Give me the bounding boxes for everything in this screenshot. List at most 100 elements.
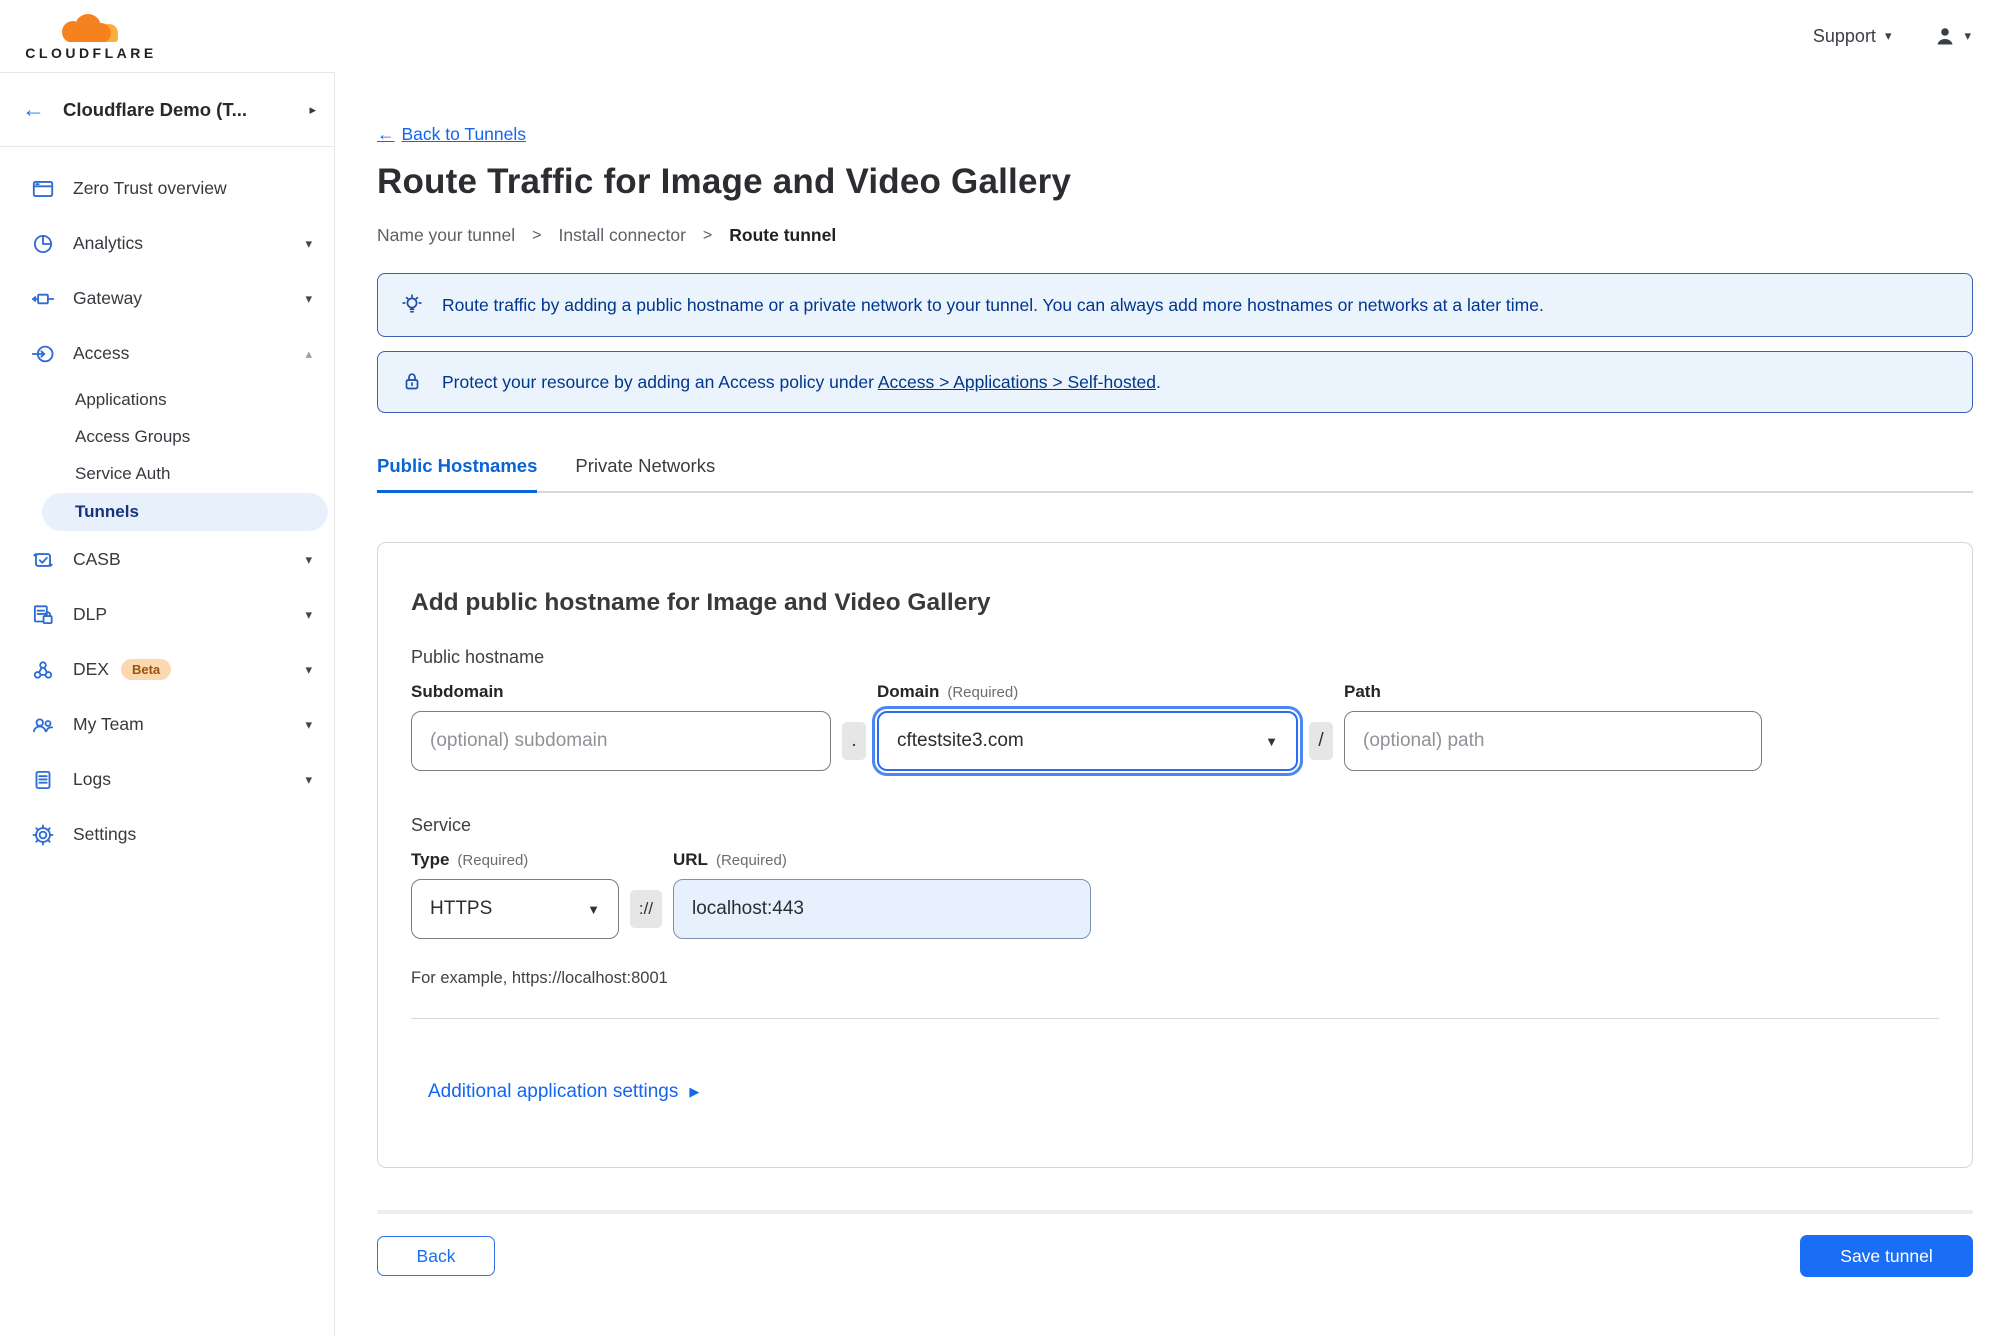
sidebar-item-label: DEX	[73, 659, 109, 679]
logs-list-icon	[35, 770, 51, 789]
sidebar-item-logs[interactable]: Logs ▾	[0, 752, 334, 807]
caret-down-icon: ▾	[305, 716, 312, 732]
save-tunnel-button[interactable]: Save tunnel	[1800, 1235, 1973, 1277]
sidebar-item-dlp[interactable]: DLP ▾	[0, 587, 334, 642]
beta-badge: Beta	[120, 659, 172, 680]
step-install-connector[interactable]: Install connector	[558, 225, 685, 246]
path-label: Path	[1344, 682, 1381, 701]
slash-separator: /	[1309, 722, 1333, 760]
user-icon	[1937, 28, 1953, 45]
sidebar-item-tunnels[interactable]: Tunnels	[42, 493, 328, 531]
sidebar: ← Cloudflare Demo (T... ▸ Zero Trust ove…	[0, 72, 335, 1336]
caret-down-icon: ▾	[1884, 28, 1892, 43]
sidebar-item-applications[interactable]: Applications	[0, 381, 334, 418]
sidebar-item-label: Zero Trust overview	[73, 178, 227, 198]
caret-down-icon: ▾	[305, 235, 312, 251]
casb-icon	[33, 552, 53, 567]
tab-private-networks[interactable]: Private Networks	[575, 455, 715, 491]
caret-down-icon: ▾	[305, 606, 312, 622]
service-type-select[interactable]: HTTPS ▼	[411, 879, 619, 939]
subdomain-field: Subdomain	[411, 682, 831, 771]
sidebar-item-label: Tunnels	[75, 502, 139, 521]
footer-divider	[377, 1210, 1973, 1214]
gateway-icon	[31, 293, 55, 304]
sidebar-item-settings[interactable]: Settings	[0, 807, 334, 862]
back-to-tunnels-link[interactable]: ← Back to Tunnels	[377, 124, 526, 145]
dot-separator: .	[842, 722, 866, 760]
select-caret-icon: ▼	[1265, 733, 1278, 749]
additional-settings-label: Additional application settings	[428, 1081, 679, 1102]
footer-actions: Back Save tunnel	[377, 1235, 1973, 1277]
sidebar-item-my-team[interactable]: My Team ▾	[0, 697, 334, 752]
document-lock-icon	[33, 604, 53, 624]
access-policy-prefix: Protect your resource by adding an Acces…	[442, 371, 878, 392]
access-policy-banner: Protect your resource by adding an Acces…	[377, 351, 1973, 413]
team-icon	[32, 717, 54, 732]
network-nodes-icon	[33, 660, 53, 679]
access-applications-self-hosted-link[interactable]: Access > Applications > Self-hosted	[878, 372, 1156, 392]
sidebar-item-zero-trust-overview[interactable]: Zero Trust overview	[0, 161, 334, 216]
sidebar-item-label: Settings	[73, 824, 137, 844]
back-button[interactable]: Back	[377, 1236, 495, 1276]
domain-label-text: Domain	[877, 682, 940, 701]
tab-public-hostnames[interactable]: Public Hostnames	[377, 455, 538, 493]
path-field: Path	[1344, 682, 1762, 771]
domain-select[interactable]: cftestsite3.com ▼	[877, 711, 1298, 771]
service-url-field: URL (Required)	[673, 850, 1091, 939]
step-name-your-tunnel[interactable]: Name your tunnel	[377, 225, 515, 246]
top-bar: CLOUDFLARE Support ▾ ▾	[0, 0, 1999, 72]
service-type-field: Type (Required) HTTPS ▼	[411, 850, 619, 939]
sidebar-item-label: Service Auth	[75, 463, 171, 483]
url-input[interactable]	[673, 879, 1091, 939]
scheme-separator: ://	[630, 890, 662, 928]
caret-up-icon: ▴	[305, 345, 312, 361]
account-name: Cloudflare Demo (T...	[63, 98, 247, 120]
required-hint: (Required)	[457, 852, 529, 869]
cloudflare-logo[interactable]: CLOUDFLARE	[16, 12, 166, 61]
service-field-row: Type (Required) HTTPS ▼ :// URL (Require…	[411, 850, 1939, 939]
sidebar-item-label: Logs	[73, 769, 111, 789]
hostname-field-row: Subdomain . Domain (Required) cftestsite…	[411, 682, 1939, 771]
sidebar-item-label: Applications	[75, 389, 167, 409]
required-hint: (Required)	[715, 852, 787, 869]
sidebar-item-analytics[interactable]: Analytics ▾	[0, 216, 334, 271]
service-section-label: Service	[411, 815, 472, 835]
add-public-hostname-card: Add public hostname for Image and Video …	[377, 542, 1973, 1168]
select-caret-icon: ▼	[587, 901, 600, 917]
step-separator: >	[532, 226, 542, 244]
public-hostname-section-label: Public hostname	[411, 647, 545, 667]
sidebar-item-dex[interactable]: DEX Beta ▾	[0, 642, 334, 697]
sidebar-item-access-groups[interactable]: Access Groups	[0, 418, 334, 455]
sidebar-item-casb[interactable]: CASB ▾	[0, 532, 334, 587]
access-subnav: Applications Access Groups Service Auth …	[0, 381, 334, 532]
chevron-right-icon[interactable]: ▸	[309, 102, 316, 118]
pie-chart-icon	[33, 234, 53, 253]
support-menu[interactable]: Support ▾	[1813, 26, 1892, 47]
sidebar-item-service-auth[interactable]: Service Auth	[0, 455, 334, 492]
url-label: URL (Required)	[673, 850, 1091, 870]
url-example-text: For example, https://localhost:8001	[411, 969, 668, 987]
main-content: ← Back to Tunnels Route Traffic for Imag…	[335, 72, 1999, 1336]
type-label: Type (Required)	[411, 850, 619, 870]
access-policy-suffix: .	[1156, 371, 1161, 392]
domain-field: Domain (Required) cftestsite3.com ▼	[877, 682, 1298, 771]
sidebar-nav: Zero Trust overview Analytics ▾ Gateway …	[0, 147, 334, 862]
sidebar-item-label: Gateway	[73, 288, 143, 308]
type-label-text: Type	[411, 850, 450, 869]
sidebar-item-access[interactable]: Access ▴	[0, 326, 334, 381]
hostname-tabs: Public Hostnames Private Networks	[377, 455, 1973, 493]
sidebar-item-gateway[interactable]: Gateway ▾	[0, 271, 334, 326]
gear-icon	[32, 824, 54, 845]
back-arrow-icon: ←	[377, 124, 395, 144]
back-arrow-icon[interactable]: ←	[22, 98, 45, 121]
caret-down-icon: ▾	[305, 290, 312, 306]
caret-down-icon: ▾	[305, 551, 312, 567]
user-menu[interactable]: ▾	[1933, 24, 1971, 48]
brand-wordmark: CLOUDFLARE	[25, 44, 157, 61]
additional-application-settings-toggle[interactable]: Additional application settings ▶	[428, 1081, 699, 1103]
path-input[interactable]	[1344, 711, 1762, 771]
domain-select-value: cftestsite3.com	[897, 730, 1024, 751]
back-link-label: Back to Tunnels	[401, 124, 527, 144]
subdomain-input[interactable]	[411, 711, 831, 771]
caret-down-icon: ▾	[305, 661, 312, 677]
